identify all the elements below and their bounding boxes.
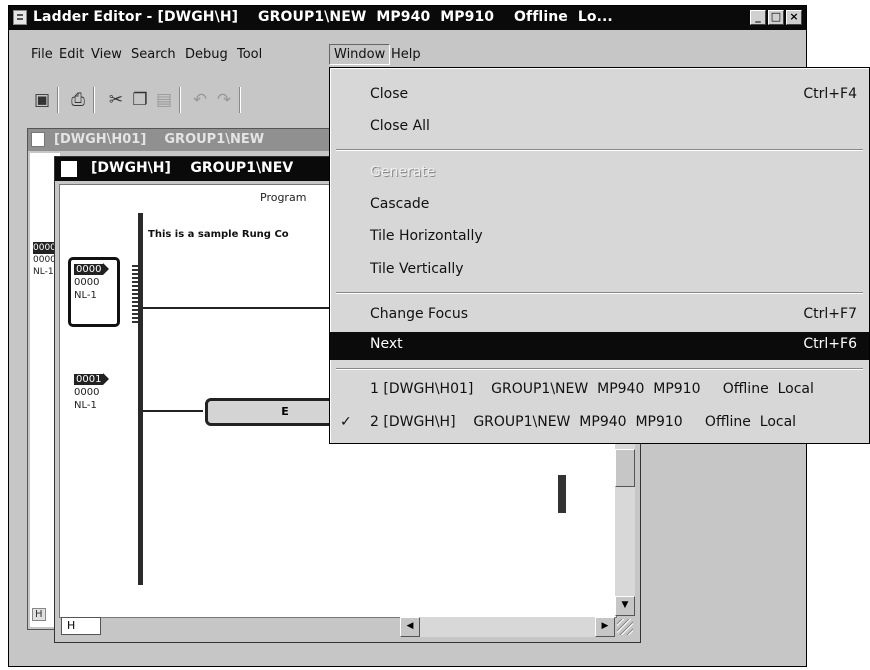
print-icon[interactable]: ⎙ <box>67 89 89 111</box>
sheet-tab[interactable]: H <box>61 617 101 635</box>
rung-step: 0000 <box>74 277 100 288</box>
menu-item-label: Change Focus <box>370 306 469 322</box>
document-icon <box>61 161 77 177</box>
sheet-tab[interactable]: H <box>32 608 46 621</box>
menu-item-label: Close All <box>370 118 430 134</box>
window-menu-dropdown: Close Ctrl+F4 Close All Generate Cascade… <box>329 67 870 444</box>
menu-item-label: Next <box>370 336 403 352</box>
menu-item-tile-horizontally[interactable]: Tile Horizontally <box>330 224 869 250</box>
close-button[interactable]: × <box>786 10 802 25</box>
rung-step: 0000 <box>74 387 100 398</box>
menu-help[interactable]: Help <box>391 47 421 62</box>
toolbar-separator <box>57 87 58 113</box>
menu-bar: File Edit View Search Debug Tool Window … <box>11 43 806 67</box>
rung-line <box>558 475 566 513</box>
menu-separator <box>336 149 863 150</box>
cut-icon[interactable]: ✂ <box>105 89 127 111</box>
undo-icon[interactable]: ↶ <box>189 89 211 111</box>
menu-item-cascade[interactable]: Cascade <box>330 192 869 218</box>
rail-ticks <box>132 265 138 325</box>
menu-separator <box>336 368 863 369</box>
menu-item-close-all[interactable]: Close All <box>330 114 869 140</box>
menu-item-tile-vertically[interactable]: Tile Vertically <box>330 257 869 283</box>
menu-item-shortcut: Ctrl+F4 <box>803 86 857 102</box>
menu-item-close[interactable]: Close Ctrl+F4 <box>330 82 869 108</box>
horizontal-scrollbar[interactable]: ◀ ▶ <box>400 617 615 637</box>
menu-file[interactable]: File <box>31 47 53 62</box>
menu-item-label: 2 [DWGH\H] GROUP1\NEW MP940 MP910 Offlin… <box>370 414 797 430</box>
rung-code: 0000 <box>74 264 104 275</box>
window-title: Ladder Editor - [DWGH\H] GROUP1\NEW MP94… <box>33 9 613 25</box>
menu-item-generate: Generate <box>330 160 869 186</box>
rung-number-selected[interactable]: 0000 0000 NL-1 <box>68 257 120 327</box>
rung-code: 0000 <box>33 242 56 254</box>
minimize-button[interactable]: _ <box>750 10 766 25</box>
menu-item-change-focus[interactable]: Change Focus Ctrl+F7 <box>330 302 869 328</box>
program-label: Program <box>260 191 307 204</box>
rung-line <box>143 307 343 309</box>
menu-item-label: Close <box>370 86 409 102</box>
redo-icon[interactable]: ↷ <box>213 89 235 111</box>
document-icon <box>31 132 45 147</box>
rung-nest-level: NL-1 <box>74 290 97 301</box>
rung-arrow-icon <box>103 373 110 385</box>
app-icon[interactable] <box>13 10 27 25</box>
rung-code: NL-1 <box>33 267 54 277</box>
resize-grip[interactable] <box>617 619 633 635</box>
scroll-thumb[interactable] <box>615 449 635 487</box>
menu-item-next[interactable]: Next Ctrl+F6 <box>330 332 869 360</box>
rung-arrow-icon <box>103 263 110 275</box>
rung-nest-level: NL-1 <box>74 400 97 411</box>
title-bar[interactable]: Ladder Editor - [DWGH\H] GROUP1\NEW MP94… <box>9 6 806 30</box>
child-title: [DWGH\H] GROUP1\NEV <box>91 160 294 176</box>
scroll-down-icon[interactable]: ▼ <box>615 596 635 616</box>
child-title: [DWGH\H01] GROUP1\NEW <box>54 132 265 147</box>
rung-code: 0001 <box>74 374 104 385</box>
toolbar: ▣ ⎙ ✂ ❐ ▤ ↶ ↷ <box>11 81 341 119</box>
check-icon: ✓ <box>340 414 352 430</box>
menu-window[interactable]: Window <box>329 44 391 65</box>
menu-debug[interactable]: Debug <box>185 47 228 62</box>
menu-tool[interactable]: Tool <box>237 47 262 62</box>
child-title-bar[interactable]: [DWGH\H01] GROUP1\NEW <box>28 129 358 151</box>
scroll-left-icon[interactable]: ◀ <box>400 617 420 637</box>
menu-item-window-1[interactable]: 1 [DWGH\H01] GROUP1\NEW MP940 MP910 Offl… <box>330 377 869 403</box>
toolbar-separator <box>239 87 240 113</box>
menu-item-shortcut: Ctrl+F7 <box>803 306 857 322</box>
menu-edit[interactable]: Edit <box>59 47 84 62</box>
menu-view[interactable]: View <box>91 47 122 62</box>
rung-codes: 0000 0000 NL-1 <box>33 242 56 278</box>
menu-item-label: Tile Horizontally <box>370 228 483 244</box>
menu-item-label: 1 [DWGH\H01] GROUP1\NEW MP940 MP910 Offl… <box>370 381 814 397</box>
rung-line <box>143 410 203 412</box>
power-rail <box>138 213 143 585</box>
menu-item-label: Cascade <box>370 196 430 212</box>
toolbar-separator <box>179 87 180 113</box>
menu-item-window-2[interactable]: ✓ 2 [DWGH\H] GROUP1\NEW MP940 MP910 Offl… <box>330 410 869 436</box>
toolbar-separator <box>93 87 94 113</box>
menu-search[interactable]: Search <box>131 47 176 62</box>
scroll-right-icon[interactable]: ▶ <box>595 617 615 637</box>
paste-icon[interactable]: ▤ <box>153 89 175 111</box>
maximize-button[interactable]: □ <box>768 10 784 25</box>
save-icon[interactable]: ▣ <box>31 89 53 111</box>
menu-item-shortcut: Ctrl+F6 <box>803 336 857 352</box>
rung-comment: This is a sample Rung Co <box>148 229 289 240</box>
menu-item-label: Tile Vertically <box>370 261 464 277</box>
rung-number[interactable]: 0001 0000 NL-1 <box>68 373 128 412</box>
menu-item-label: Generate <box>370 164 436 180</box>
copy-icon[interactable]: ❐ <box>129 89 151 111</box>
menu-separator <box>336 292 863 293</box>
rung-code: 0000 <box>33 255 56 265</box>
